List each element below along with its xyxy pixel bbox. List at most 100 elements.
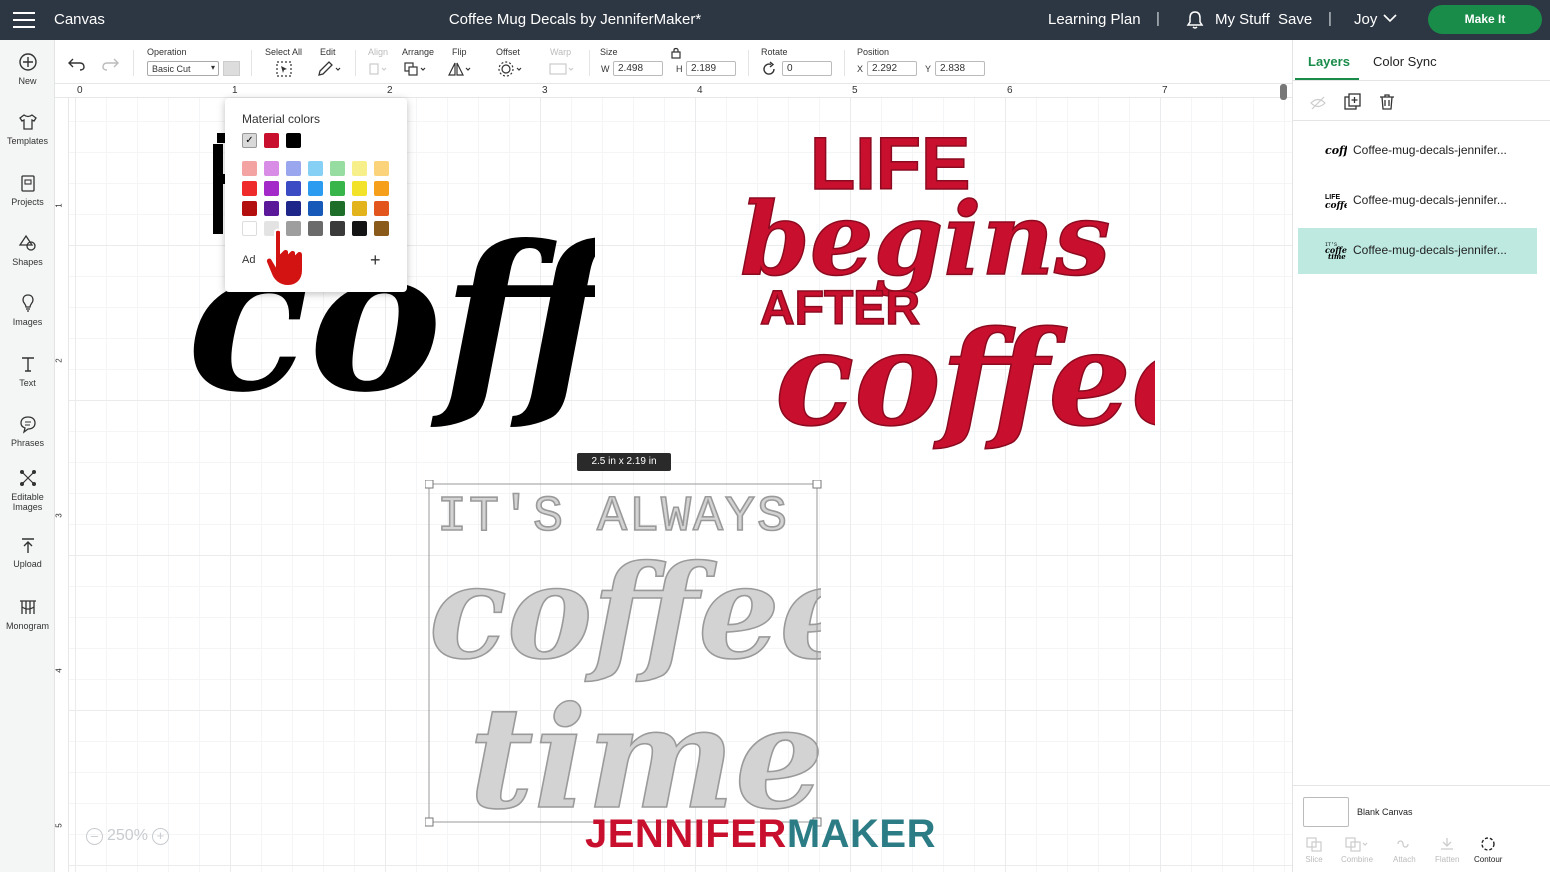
arrange-icon[interactable] [404,61,428,77]
edit-pencil-icon[interactable] [317,61,343,77]
sidebar-item-label: Templates [6,136,49,146]
palette-color-swatch[interactable] [242,161,257,176]
sidebar-item-phrases[interactable]: Phrases [0,414,55,448]
palette-color-swatch[interactable] [308,181,323,196]
operation-select[interactable]: Basic Cut [147,61,219,76]
palette-color-swatch[interactable] [374,221,389,236]
arrange-label: Arrange [402,47,435,57]
duplicate-icon[interactable] [1344,93,1362,111]
sidebar-item-upload[interactable]: Upload [0,535,55,569]
divider [844,50,845,76]
attach-button[interactable]: Attach [1393,836,1416,864]
sidebar-item-text[interactable]: Text [0,354,55,388]
save-button[interactable]: Save [1278,11,1312,28]
sidebar-item-label: Text [19,378,36,388]
zoom-control: – 250% + [86,827,169,845]
ruler-tick: 2 [54,358,64,363]
palette-color-swatch[interactable] [352,221,367,236]
hide-icon[interactable] [1309,94,1327,112]
palette-color-swatch[interactable] [330,161,345,176]
learning-plan-link[interactable]: Learning Plan [1048,11,1141,28]
lock-icon[interactable] [671,47,681,59]
make-it-button[interactable]: Make It [1428,5,1542,34]
ruler-tick: 1 [54,203,64,208]
palette-color-swatch[interactable] [352,201,367,216]
bell-icon[interactable] [1186,10,1204,30]
palette-color-swatch[interactable] [374,181,389,196]
zoom-out-button[interactable]: – [86,827,103,845]
rotate-icon[interactable] [761,61,777,77]
selection-box[interactable] [425,480,823,828]
palette-color-swatch[interactable] [242,221,257,236]
user-menu[interactable]: Joy [1354,11,1377,28]
palette-color-swatch[interactable] [374,161,389,176]
material-color-swatch[interactable]: ✓ [242,133,257,148]
sidebar-item-new[interactable]: New [0,52,55,86]
layer-item[interactable]: coffee Coffee-mug-decals-jennifer... [1298,128,1537,174]
redo-icon[interactable] [101,57,119,71]
palette-color-swatch[interactable] [242,181,257,196]
ruler-tick: 2 [387,85,393,96]
tab-color-sync[interactable]: Color Sync [1373,54,1437,69]
add-color-plus-icon[interactable]: + [370,250,381,271]
palette-color-swatch[interactable] [374,201,389,216]
red-life-begins-design[interactable]: LIFE begins AFTER coffee [735,114,1155,484]
palette-color-swatch[interactable] [308,201,323,216]
flatten-button[interactable]: Flatten [1435,836,1459,864]
height-input[interactable]: 2.189 [686,61,736,76]
sidebar-item-shapes[interactable]: Shapes [0,233,55,267]
canvas-scrollbar[interactable] [1280,84,1287,100]
tool-label: Combine [1341,855,1374,864]
ruler-tick: 5 [54,823,64,828]
width-input[interactable]: 2.498 [613,61,663,76]
material-color-swatch[interactable] [223,61,240,76]
pointer-hand-icon [264,228,304,288]
palette-color-swatch[interactable] [264,201,279,216]
sidebar-item-monogram[interactable]: Monogram [0,597,55,631]
chevron-down-icon[interactable] [1383,13,1397,23]
position-y-input[interactable]: 2.838 [935,61,985,76]
palette-color-swatch[interactable] [308,161,323,176]
palette-color-swatch[interactable] [286,201,301,216]
rotate-input[interactable]: 0 [782,61,832,76]
palette-color-swatch[interactable] [352,181,367,196]
offset-label: Offset [496,47,520,57]
palette-color-swatch[interactable] [264,181,279,196]
select-all-icon[interactable] [275,60,293,78]
palette-color-swatch[interactable] [286,161,301,176]
sidebar-item-label: Monogram [5,621,50,631]
contour-button[interactable]: Contour [1474,836,1502,864]
palette-color-swatch[interactable] [330,221,345,236]
my-stuff-link[interactable]: My Stuff [1215,11,1270,28]
svg-text:coffee: coffee [1325,144,1347,157]
palette-color-swatch[interactable] [330,201,345,216]
slice-button[interactable]: Slice [1305,836,1323,864]
sidebar-item-projects[interactable]: Projects [0,173,55,207]
align-icon[interactable] [368,61,390,77]
position-x-input[interactable]: 2.292 [867,61,917,76]
sidebar-item-images[interactable]: Images [0,293,55,327]
layer-item-selected[interactable]: IT'Scoffeetime Coffee-mug-decals-jennife… [1298,228,1537,274]
trash-icon[interactable] [1379,93,1395,111]
ruler-tick: 4 [54,668,64,673]
blank-canvas-swatch[interactable] [1303,797,1349,827]
palette-color-swatch[interactable] [286,181,301,196]
tab-layers[interactable]: Layers [1308,54,1350,69]
undo-icon[interactable] [68,57,86,71]
sidebar-item-label: New [18,76,37,86]
material-color-swatch[interactable] [286,133,301,148]
sidebar-item-templates[interactable]: Templates [0,112,55,146]
palette-color-swatch[interactable] [242,201,257,216]
flip-icon[interactable] [448,61,472,77]
warp-icon[interactable] [548,61,576,77]
sidebar-item-editable-images[interactable]: Editable Images [0,468,55,512]
palette-color-swatch[interactable] [352,161,367,176]
offset-icon[interactable] [497,60,523,78]
combine-button[interactable]: Combine [1341,836,1373,864]
palette-color-swatch[interactable] [264,161,279,176]
zoom-in-button[interactable]: + [151,827,169,845]
layer-item[interactable]: LIFEcoffee Coffee-mug-decals-jennifer... [1298,178,1537,224]
ruler-tick: 6 [1007,85,1013,96]
palette-color-swatch[interactable] [330,181,345,196]
material-color-swatch[interactable] [264,133,279,148]
